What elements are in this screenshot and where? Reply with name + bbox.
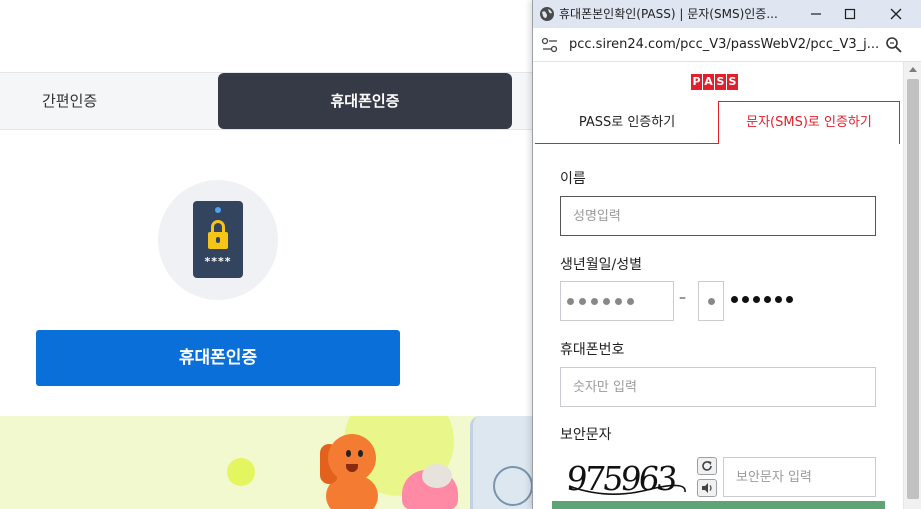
- character-head-illustration: [422, 464, 452, 488]
- tab-pass-auth[interactable]: PASS로 인증하기: [535, 102, 719, 144]
- masked-id-digits: [731, 296, 793, 303]
- maximize-icon: [844, 8, 856, 20]
- promo-banner: [0, 416, 535, 509]
- pass-logo: P A S S: [691, 74, 738, 90]
- name-label: 이름: [560, 171, 586, 187]
- vertical-scrollbar[interactable]: [903, 62, 921, 509]
- refresh-icon: [702, 461, 712, 471]
- birthdate-input[interactable]: [560, 281, 674, 321]
- address-bar: pcc.siren24.com/pcc_V3/passWebV2/pcc_V3_…: [533, 28, 921, 62]
- scroll-up-arrow-icon[interactable]: [909, 67, 917, 72]
- submit-button[interactable]: [552, 501, 885, 509]
- gender-digit-input[interactable]: [698, 281, 724, 321]
- site-settings-icon[interactable]: [541, 37, 559, 53]
- maximize-button[interactable]: [829, 0, 871, 28]
- captcha-input[interactable]: [723, 457, 876, 497]
- auth-tab-bar: 간편인증 휴대폰인증: [0, 72, 535, 130]
- close-icon: [890, 8, 902, 20]
- tab-phone-auth[interactable]: 휴대폰인증: [218, 73, 512, 129]
- tab-simple-auth[interactable]: 간편인증: [0, 73, 140, 129]
- speaker-icon: [702, 483, 712, 493]
- popup-content: P A S S PASS로 인증하기 문자(SMS)로 인증하기 이름 생년월일…: [533, 62, 903, 509]
- close-button[interactable]: [875, 0, 917, 28]
- lock-icon: [208, 232, 228, 249]
- minimize-icon: [811, 13, 821, 15]
- captcha-label: 보안문자: [560, 427, 612, 443]
- masked-password-text: ****: [204, 255, 232, 268]
- phone-lock-illustration: ****: [158, 180, 278, 300]
- scrollbar-thumb[interactable]: [907, 79, 919, 499]
- name-input[interactable]: [560, 196, 876, 236]
- background-page: 간편인증 휴대폰인증 **** 휴대폰인증: [0, 0, 535, 509]
- phone-number-label: 휴대폰번호: [560, 342, 625, 358]
- zoom-icon[interactable]: [885, 36, 903, 54]
- captcha-image: 975963: [567, 459, 686, 498]
- dog-character-illustration: [320, 434, 382, 509]
- captcha-audio-button[interactable]: [697, 479, 717, 497]
- phone-icon: ****: [193, 201, 243, 278]
- device-illustration: [470, 416, 535, 509]
- phone-number-input[interactable]: [560, 367, 876, 407]
- verification-popup-window: 휴대폰본인확인(PASS) | 문자(SMS)인증... pcc.siren24…: [532, 0, 921, 509]
- captcha-refresh-button[interactable]: [697, 457, 717, 475]
- tab-sms-auth[interactable]: 문자(SMS)로 인증하기: [718, 101, 900, 144]
- dob-separator: –: [679, 290, 686, 306]
- window-titlebar: 휴대폰본인확인(PASS) | 문자(SMS)인증...: [533, 0, 921, 28]
- globe-icon: [540, 7, 554, 21]
- phone-verify-button[interactable]: 휴대폰인증: [36, 330, 400, 386]
- url-text[interactable]: pcc.siren24.com/pcc_V3/passWebV2/pcc_V3_…: [569, 28, 879, 62]
- window-title: 휴대폰본인확인(PASS) | 문자(SMS)인증...: [559, 7, 778, 21]
- dob-gender-label: 생년월일/성별: [560, 257, 642, 273]
- phone-camera-dot: [215, 207, 221, 213]
- svg-text:975963: 975963: [567, 459, 678, 498]
